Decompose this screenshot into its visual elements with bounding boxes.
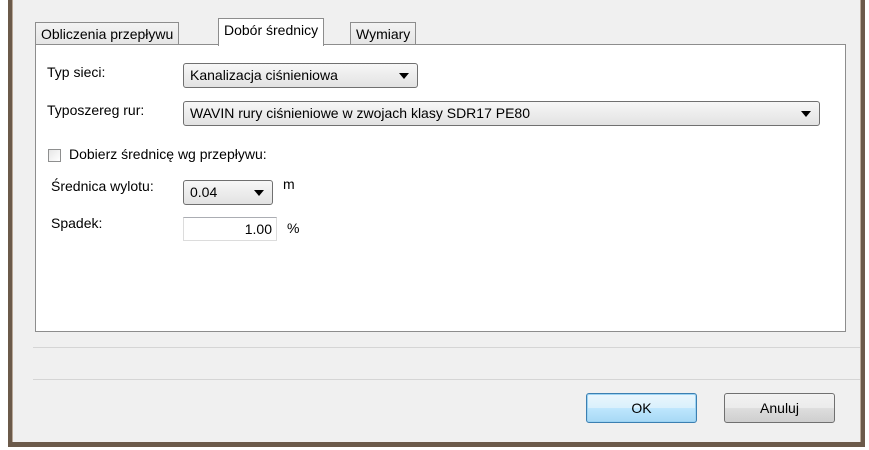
network-type-value: Kanalizacja ciśnieniowa — [190, 67, 338, 83]
outlet-diameter-select[interactable]: 0.04 — [183, 180, 273, 205]
window-frame-right — [860, 0, 865, 447]
network-type-select[interactable]: Kanalizacja ciśnieniowa — [183, 63, 418, 88]
tab-diameter-selection[interactable]: Dobór średnicy — [218, 18, 325, 46]
outlet-diameter-value: 0.04 — [190, 184, 218, 200]
pipe-series-label: Typoszereg rur: — [47, 102, 145, 118]
tab-panel: Typ sieci: Kanalizacja ciśnieniowa Typos… — [35, 44, 846, 332]
tab-flow-calculations[interactable]: Obliczenia przepływu — [35, 22, 180, 46]
ok-button[interactable]: OK — [586, 393, 697, 423]
pipe-series-value: WAVIN rury ciśnieniowe w zwojach klasy S… — [190, 105, 531, 121]
slope-unit: % — [287, 220, 300, 236]
outlet-diameter-unit: m — [283, 176, 295, 192]
tab-dimensions[interactable]: Wymiary — [350, 22, 417, 46]
network-type-label: Typ sieci: — [47, 64, 106, 80]
pipe-series-select[interactable]: WAVIN rury ciśnieniowe w zwojach klasy S… — [183, 101, 820, 126]
chevron-down-icon — [801, 111, 811, 117]
chevron-down-icon — [399, 73, 409, 79]
dialog: Obliczenia przepływu Dobór średnicy Wymi… — [13, 0, 860, 442]
divider — [33, 379, 860, 380]
chevron-down-icon — [254, 190, 264, 196]
divider — [33, 347, 860, 348]
slope-label: Spadek: — [51, 215, 103, 231]
auto-diameter-checkbox[interactable] — [48, 149, 61, 162]
cancel-button[interactable]: Anuluj — [724, 393, 835, 423]
outlet-diameter-label: Średnica wylotu: — [51, 178, 154, 194]
window-frame-bottom — [8, 442, 864, 447]
auto-diameter-label[interactable]: Dobierz średnicę wg przepływu: — [69, 146, 267, 162]
slope-input[interactable]: 1.00 — [183, 217, 277, 241]
